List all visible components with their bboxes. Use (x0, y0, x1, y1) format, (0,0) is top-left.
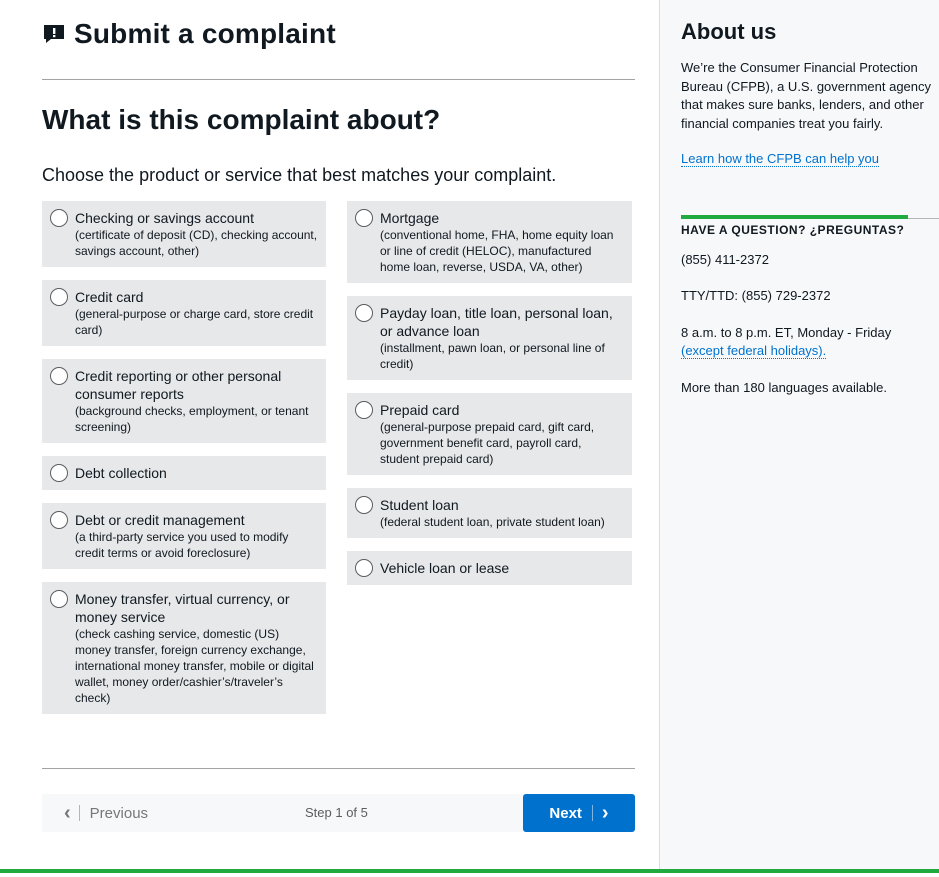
option-description: (general-purpose prepaid card, gift card… (380, 420, 595, 466)
radio-button[interactable] (355, 559, 373, 577)
options-column-right: Mortgage (conventional home, FHA, home e… (347, 201, 632, 598)
option-label: Student loan (380, 497, 459, 513)
option-credit-reporting[interactable]: Credit reporting or other personal consu… (42, 359, 326, 443)
option-label: Vehicle loan or lease (380, 560, 510, 576)
accent-bar (681, 215, 908, 219)
option-description: (certificate of deposit (CD), checking a… (75, 228, 318, 258)
option-money-transfer[interactable]: Money transfer, virtual currency, or mon… (42, 582, 326, 714)
radio-button[interactable] (50, 511, 68, 529)
option-payday-loan[interactable]: Payday loan, title loan, personal loan, … (347, 296, 632, 380)
option-mortgage[interactable]: Mortgage (conventional home, FHA, home e… (347, 201, 632, 283)
previous-button[interactable]: ‹ Previous (42, 794, 148, 832)
languages-text: More than 180 languages available. (681, 380, 887, 395)
option-debt-collection[interactable]: Debt collection (42, 456, 326, 490)
learn-more-link[interactable]: Learn how the CFPB can help you (681, 151, 880, 167)
page-header: Submit a complaint (42, 18, 336, 50)
previous-label: Previous (89, 804, 149, 822)
divider (78, 805, 80, 821)
option-label: Checking or savings account (75, 210, 254, 226)
radio-button[interactable] (50, 590, 68, 608)
footer-divider (42, 768, 635, 769)
tty-number: TTY/TTD: (855) 729-2372 (681, 288, 831, 303)
chevron-left-icon: ‹ (64, 801, 71, 824)
hours-text: 8 a.m. to 8 p.m. ET, Monday - Friday (681, 325, 892, 340)
header-divider (42, 79, 635, 80)
radio-button[interactable] (50, 464, 68, 482)
option-vehicle-loan[interactable]: Vehicle loan or lease (347, 551, 632, 585)
phone-number: (855) 411-2372 (681, 252, 769, 267)
radio-button[interactable] (355, 496, 373, 514)
option-description: (a third-party service you used to modif… (75, 530, 289, 560)
option-label: Debt or credit management (75, 512, 245, 528)
radio-button[interactable] (50, 288, 68, 306)
next-button[interactable]: Next › (523, 794, 635, 832)
option-description: (background checks, employment, or tenan… (75, 404, 309, 434)
option-credit-card[interactable]: Credit card (general-purpose or charge c… (42, 280, 326, 346)
option-checking-savings[interactable]: Checking or savings account (certificate… (42, 201, 326, 267)
option-description: (general-purpose or charge card, store c… (75, 307, 314, 337)
radio-button[interactable] (50, 209, 68, 227)
option-label: Credit reporting or other personal consu… (75, 368, 282, 402)
divider (908, 218, 939, 219)
about-heading: About us (681, 19, 777, 44)
radio-button[interactable] (50, 367, 68, 385)
sidebar: About us We’re the Consumer Financial Pr… (659, 0, 939, 870)
question-heading: What is this complaint about? (42, 104, 441, 135)
option-label: Mortgage (380, 210, 440, 226)
about-text: We’re the Consumer Financial Protection … (681, 60, 932, 131)
option-label: Prepaid card (380, 402, 460, 418)
instruction-text: Choose the product or service that best … (42, 165, 557, 185)
option-label: Debt collection (75, 465, 167, 481)
page-title: Submit a complaint (74, 18, 336, 49)
option-prepaid-card[interactable]: Prepaid card (general-purpose prepaid ca… (347, 393, 632, 475)
holidays-link[interactable]: (except federal holidays). (681, 343, 827, 359)
chevron-right-icon: › (601, 801, 609, 824)
divider (591, 805, 593, 821)
option-student-loan[interactable]: Student loan (federal student loan, priv… (347, 488, 632, 538)
option-label: Credit card (75, 289, 144, 305)
radio-button[interactable] (355, 401, 373, 419)
radio-button[interactable] (355, 304, 373, 322)
option-label: Payday loan, title loan, personal loan, … (380, 305, 613, 339)
option-description: (check cashing service, domestic (US) mo… (75, 627, 314, 705)
footer-accent-bar (0, 869, 939, 873)
step-indicator: Step 1 of 5 (305, 805, 368, 820)
option-description: (conventional home, FHA, home equity loa… (380, 228, 614, 274)
step-navigation: ‹ Previous Step 1 of 5 Next › (42, 794, 635, 832)
question-heading: HAVE A QUESTION? ¿PREGUNTAS? (681, 223, 905, 237)
option-description: (federal student loan, private student l… (380, 515, 605, 529)
option-label: Money transfer, virtual currency, or mon… (75, 591, 290, 625)
options-column-left: Checking or savings account (certificate… (42, 201, 326, 727)
next-label: Next (549, 804, 582, 822)
option-description: (installment, pawn loan, or personal lin… (380, 341, 605, 371)
radio-button[interactable] (355, 209, 373, 227)
option-debt-credit-management[interactable]: Debt or credit management (a third-party… (42, 503, 326, 569)
alert-comment-icon (44, 25, 64, 43)
